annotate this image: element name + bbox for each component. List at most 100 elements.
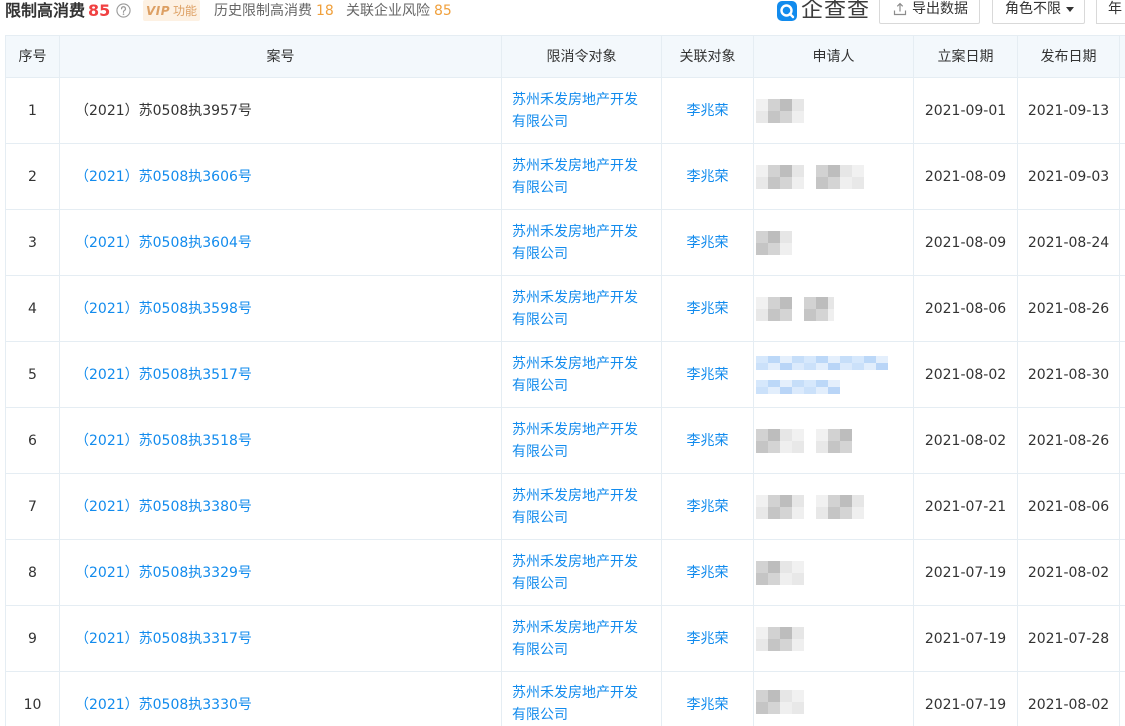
redaction-block bbox=[756, 355, 888, 370]
row-index: 2 bbox=[6, 144, 60, 209]
redaction-block bbox=[804, 296, 834, 321]
clipped-column-cell bbox=[1120, 276, 1125, 341]
role-filter-dropdown[interactable]: 角色不限 bbox=[992, 0, 1085, 24]
case-number-link[interactable]: （2021）苏0508执3329号 bbox=[75, 562, 252, 584]
filing-date: 2021-07-19 bbox=[914, 672, 1018, 726]
redaction-block bbox=[756, 379, 840, 394]
related-party-link[interactable]: 李兆荣 bbox=[687, 628, 729, 650]
case-number-cell: （2021）苏0508执3957号 bbox=[60, 78, 502, 143]
case-number-link[interactable]: （2021）苏0508执3317号 bbox=[75, 628, 252, 650]
case-number-link[interactable]: （2021）苏0508执3517号 bbox=[75, 364, 252, 386]
related-party-link[interactable]: 李兆荣 bbox=[687, 298, 729, 320]
history-restriction-link[interactable]: 历史限制高消费 18 bbox=[214, 0, 334, 22]
applicant-redacted bbox=[756, 296, 834, 321]
clipped-column-cell bbox=[1120, 210, 1125, 275]
related-party-link[interactable]: 李兆荣 bbox=[687, 496, 729, 518]
row-index: 1 bbox=[6, 78, 60, 143]
case-number-cell: （2021）苏0508执3598号 bbox=[60, 276, 502, 341]
restricted-party-link[interactable]: 苏州禾发房地产开发有限公司 bbox=[512, 155, 644, 199]
row-index: 5 bbox=[6, 342, 60, 407]
column-header-publish-date: 发布日期 bbox=[1018, 36, 1120, 77]
table-row: 7 （2021）苏0508执3380号 苏州禾发房地产开发有限公司 李兆荣 20… bbox=[6, 474, 1125, 540]
table-row: 4 （2021）苏0508执3598号 苏州禾发房地产开发有限公司 李兆荣 20… bbox=[6, 276, 1125, 342]
row-index: 3 bbox=[6, 210, 60, 275]
filing-date: 2021-08-02 bbox=[914, 342, 1018, 407]
restricted-party-link[interactable]: 苏州禾发房地产开发有限公司 bbox=[512, 353, 644, 397]
restricted-party-link[interactable]: 苏州禾发房地产开发有限公司 bbox=[512, 682, 644, 726]
related-risk-label: 关联企业风险 bbox=[346, 3, 430, 19]
restricted-party-link[interactable]: 苏州禾发房地产开发有限公司 bbox=[512, 287, 644, 331]
restricted-party-link[interactable]: 苏州禾发房地产开发有限公司 bbox=[512, 617, 644, 661]
filing-date: 2021-08-02 bbox=[914, 408, 1018, 473]
publish-date: 2021-07-28 bbox=[1018, 606, 1120, 671]
case-number-cell: （2021）苏0508执3330号 bbox=[60, 672, 502, 726]
section-title-text: 限制高消费 bbox=[5, 1, 86, 20]
restricted-party-cell: 苏州禾发房地产开发有限公司 bbox=[502, 474, 662, 539]
publish-date: 2021-08-02 bbox=[1018, 540, 1120, 605]
related-party-link[interactable]: 李兆荣 bbox=[687, 100, 729, 122]
table-row: 8 （2021）苏0508执3329号 苏州禾发房地产开发有限公司 李兆荣 20… bbox=[6, 540, 1125, 606]
restricted-party-cell: 苏州禾发房地产开发有限公司 bbox=[502, 144, 662, 209]
help-icon[interactable] bbox=[116, 3, 131, 18]
publish-date: 2021-08-30 bbox=[1018, 342, 1120, 407]
related-party-cell: 李兆荣 bbox=[662, 276, 754, 341]
applicant-cell bbox=[754, 408, 914, 473]
restricted-party-link[interactable]: 苏州禾发房地产开发有限公司 bbox=[512, 419, 644, 463]
case-number-cell: （2021）苏0508执3317号 bbox=[60, 606, 502, 671]
case-number-link[interactable]: （2021）苏0508执3380号 bbox=[75, 496, 252, 518]
restricted-party-link[interactable]: 苏州禾发房地产开发有限公司 bbox=[512, 551, 644, 595]
clipped-column-cell bbox=[1120, 78, 1125, 143]
case-number-link[interactable]: （2021）苏0508执3598号 bbox=[75, 298, 252, 320]
row-index: 4 bbox=[6, 276, 60, 341]
applicant-redacted bbox=[756, 494, 864, 519]
restricted-party-link[interactable]: 苏州禾发房地产开发有限公司 bbox=[512, 89, 644, 133]
case-number: （2021）苏0508执3957号 bbox=[75, 102, 252, 119]
case-number-link[interactable]: （2021）苏0508执3606号 bbox=[75, 166, 252, 188]
clipped-column-cell bbox=[1120, 144, 1125, 209]
case-number-cell: （2021）苏0508执3517号 bbox=[60, 342, 502, 407]
export-data-button[interactable]: 导出数据 bbox=[879, 0, 980, 24]
case-number-cell: （2021）苏0508执3329号 bbox=[60, 540, 502, 605]
publish-date: 2021-09-13 bbox=[1018, 78, 1120, 143]
applicant-redacted-link[interactable] bbox=[756, 355, 888, 394]
case-number-link[interactable]: （2021）苏0508执3518号 bbox=[75, 430, 252, 452]
clipped-column-cell bbox=[1120, 408, 1125, 473]
restricted-party-link[interactable]: 苏州禾发房地产开发有限公司 bbox=[512, 221, 644, 265]
column-header-applicant: 申请人 bbox=[754, 36, 914, 77]
restricted-party-cell: 苏州禾发房地产开发有限公司 bbox=[502, 540, 662, 605]
related-risk-count: 85 bbox=[434, 3, 452, 19]
related-party-cell: 李兆荣 bbox=[662, 540, 754, 605]
table-row: 6 （2021）苏0508执3518号 苏州禾发房地产开发有限公司 李兆荣 20… bbox=[6, 408, 1125, 474]
applicant-cell bbox=[754, 672, 914, 726]
related-party-link[interactable]: 李兆荣 bbox=[687, 562, 729, 584]
brand-logo: 企查查 bbox=[777, 0, 870, 22]
applicant-cell bbox=[754, 342, 914, 407]
column-header-related-party: 关联对象 bbox=[662, 36, 754, 77]
redaction-block bbox=[756, 560, 804, 585]
publish-date: 2021-09-03 bbox=[1018, 144, 1120, 209]
applicant-redacted bbox=[756, 164, 864, 189]
applicant-cell bbox=[754, 78, 914, 143]
case-number-link[interactable]: （2021）苏0508执3604号 bbox=[75, 232, 252, 254]
related-party-link[interactable]: 李兆荣 bbox=[687, 694, 729, 716]
case-number-link[interactable]: （2021）苏0508执3330号 bbox=[75, 694, 252, 716]
restricted-party-link[interactable]: 苏州禾发房地产开发有限公司 bbox=[512, 485, 644, 529]
export-icon bbox=[893, 1, 907, 17]
related-party-link[interactable]: 李兆荣 bbox=[687, 430, 729, 452]
applicant-cell bbox=[754, 606, 914, 671]
restricted-party-cell: 苏州禾发房地产开发有限公司 bbox=[502, 408, 662, 473]
redaction-block bbox=[756, 428, 804, 453]
vip-feature-badge[interactable]: VIP 功能 bbox=[143, 0, 200, 21]
export-data-label: 导出数据 bbox=[912, 1, 968, 17]
related-risk-link[interactable]: 关联企业风险 85 bbox=[346, 0, 452, 22]
restriction-table: 序号 案号 限消令对象 关联对象 申请人 立案日期 发布日期 1 （2021）苏… bbox=[5, 35, 1125, 726]
clipped-column-cell bbox=[1120, 342, 1125, 407]
vip-mark: VIP bbox=[145, 3, 171, 18]
row-index: 10 bbox=[6, 672, 60, 726]
related-party-link[interactable]: 李兆荣 bbox=[687, 232, 729, 254]
year-filter-dropdown[interactable]: 年 bbox=[1096, 0, 1125, 24]
related-party-link[interactable]: 李兆荣 bbox=[687, 166, 729, 188]
redaction-block bbox=[756, 296, 792, 321]
related-party-link[interactable]: 李兆荣 bbox=[687, 364, 729, 386]
applicant-redacted bbox=[756, 690, 804, 714]
